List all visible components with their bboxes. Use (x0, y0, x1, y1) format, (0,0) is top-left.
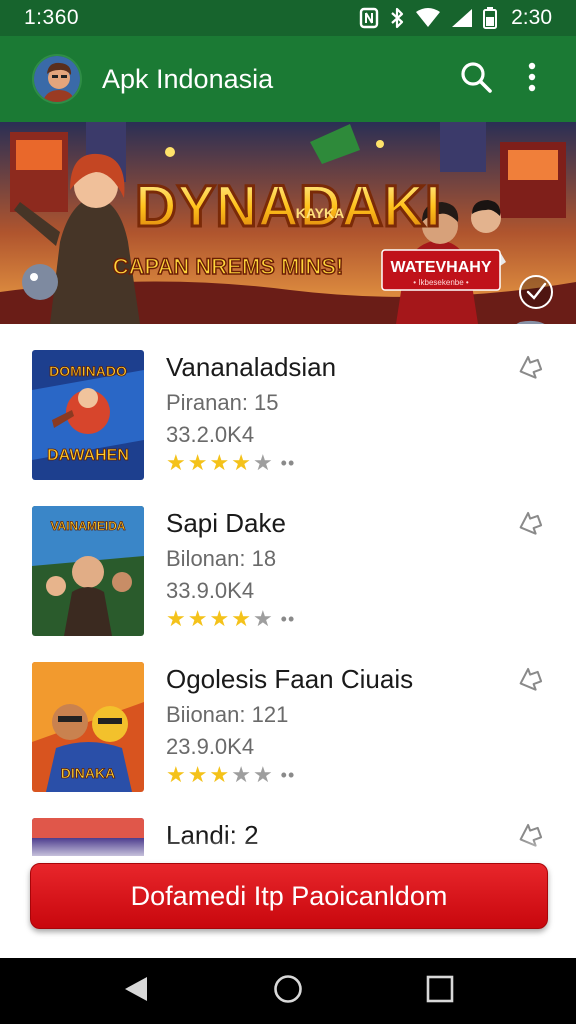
status-bar: 1:360 2:30 (0, 0, 576, 36)
banner-headline: DYNADAKI (135, 174, 441, 239)
thumb-title-top: DOMINADO (49, 363, 127, 379)
verified-check-icon (519, 275, 553, 309)
banner-tagline: CAPAN NREMS MINS! (113, 254, 344, 279)
battery-icon (483, 7, 498, 29)
app-title[interactable]: Ogolesis Faan Ciuais (166, 664, 413, 695)
signal-icon (451, 8, 473, 28)
app-meta: Bilonan: 18 (166, 546, 277, 571)
app-title: Apk Indonasia (102, 63, 274, 94)
list-item[interactable]: VAINAMEIDA Sapi Dake Bilonan: 18 33.9.0K… (0, 492, 576, 642)
star-icon: ★ (166, 450, 186, 475)
app-size: 33.2.0K4 (166, 422, 255, 447)
pin-icon (516, 354, 544, 387)
home-icon (273, 974, 303, 1009)
bluetooth-icon (389, 7, 405, 29)
wifi-icon (415, 8, 441, 28)
avatar[interactable] (32, 54, 82, 104)
star-rating: ★ ★ ★ ★ ★ •• (166, 764, 295, 786)
star-icon: ★ (166, 762, 186, 787)
list-item[interactable]: DOMINADO DAWAHEN Vananaladsian Piranan: … (0, 336, 576, 486)
recents-icon (426, 975, 454, 1008)
star-icon: ★ (209, 762, 230, 787)
banner-badge-sub: • Ikbesekenbe • (413, 278, 469, 287)
star-icon: ★ (187, 450, 208, 475)
star-icon: ★ (187, 762, 208, 787)
rating-more-dots: •• (280, 608, 296, 629)
app-size: 33.9.0K4 (166, 578, 255, 603)
thumb-title-top: VAINAMEIDA (50, 519, 125, 533)
app-title[interactable]: Sapi Dake (166, 508, 286, 539)
status-clock: 2:30 (511, 6, 552, 29)
app-thumbnail[interactable]: DINAKA (32, 662, 144, 792)
app-title[interactable]: Vananaladsian (166, 352, 336, 383)
search-icon (459, 60, 493, 99)
star-icon: ★ (209, 450, 230, 475)
star-rating: ★ ★ ★ ★ ★ •• (166, 608, 295, 630)
banner-badge-title: WATEVHAHY (390, 259, 491, 276)
banner-subheadline: KAYKA (296, 205, 345, 221)
star-icon: ★ (231, 450, 251, 475)
app-meta: Piranan: 15 (166, 390, 279, 415)
rating-more-dots: •• (280, 452, 296, 473)
star-icon: ★ (187, 606, 208, 631)
app-size: 23.9.0K4 (166, 734, 255, 759)
pin-icon (516, 510, 544, 543)
app-thumbnail[interactable]: VAINAMEIDA (32, 506, 144, 636)
rating-more-dots: •• (280, 764, 296, 785)
status-time: 1:360 (24, 6, 80, 29)
navigation-bar (0, 958, 576, 1024)
back-icon (123, 975, 149, 1008)
pin-icon (516, 666, 544, 699)
thumb-title-bottom: DAWAHEN (47, 447, 129, 464)
status-icons: 2:30 (359, 6, 552, 30)
recents-button[interactable] (410, 961, 470, 1021)
app-list: DOMINADO DAWAHEN Vananaladsian Piranan: … (0, 336, 576, 856)
star-icon: ★ (252, 606, 273, 631)
pin-button[interactable] (512, 664, 548, 700)
star-icon: ★ (231, 762, 251, 787)
pin-button[interactable] (512, 352, 548, 388)
back-button[interactable] (106, 961, 166, 1021)
download-button[interactable]: Dofamedi Itp Paoicanldom (30, 863, 548, 929)
list-item[interactable]: DINAKA Ogolesis Faan Ciuais Biionan: 121… (0, 648, 576, 798)
star-icon: ★ (252, 450, 273, 475)
more-options-button[interactable] (504, 51, 560, 107)
nfc-icon (359, 7, 379, 29)
home-button[interactable] (258, 961, 318, 1021)
more-vert-icon (527, 62, 537, 97)
app-thumbnail[interactable]: DOMINADO DAWAHEN (32, 350, 144, 480)
search-button[interactable] (448, 51, 504, 107)
star-rating: ★ ★ ★ ★ ★ •• (166, 452, 295, 474)
featured-banner[interactable]: DYNADAKI KAYKA CAPAN NREMS MINS! WATEVHA… (0, 122, 576, 324)
pin-button[interactable] (512, 508, 548, 544)
star-icon: ★ (209, 606, 230, 631)
star-icon: ★ (252, 762, 273, 787)
star-icon: ★ (231, 606, 251, 631)
thumb-title-bottom: DINAKA (61, 765, 115, 781)
app-meta: Biionan: 121 (166, 702, 289, 727)
star-icon: ★ (166, 606, 186, 631)
app-bar: Apk Indonasia (0, 36, 576, 122)
